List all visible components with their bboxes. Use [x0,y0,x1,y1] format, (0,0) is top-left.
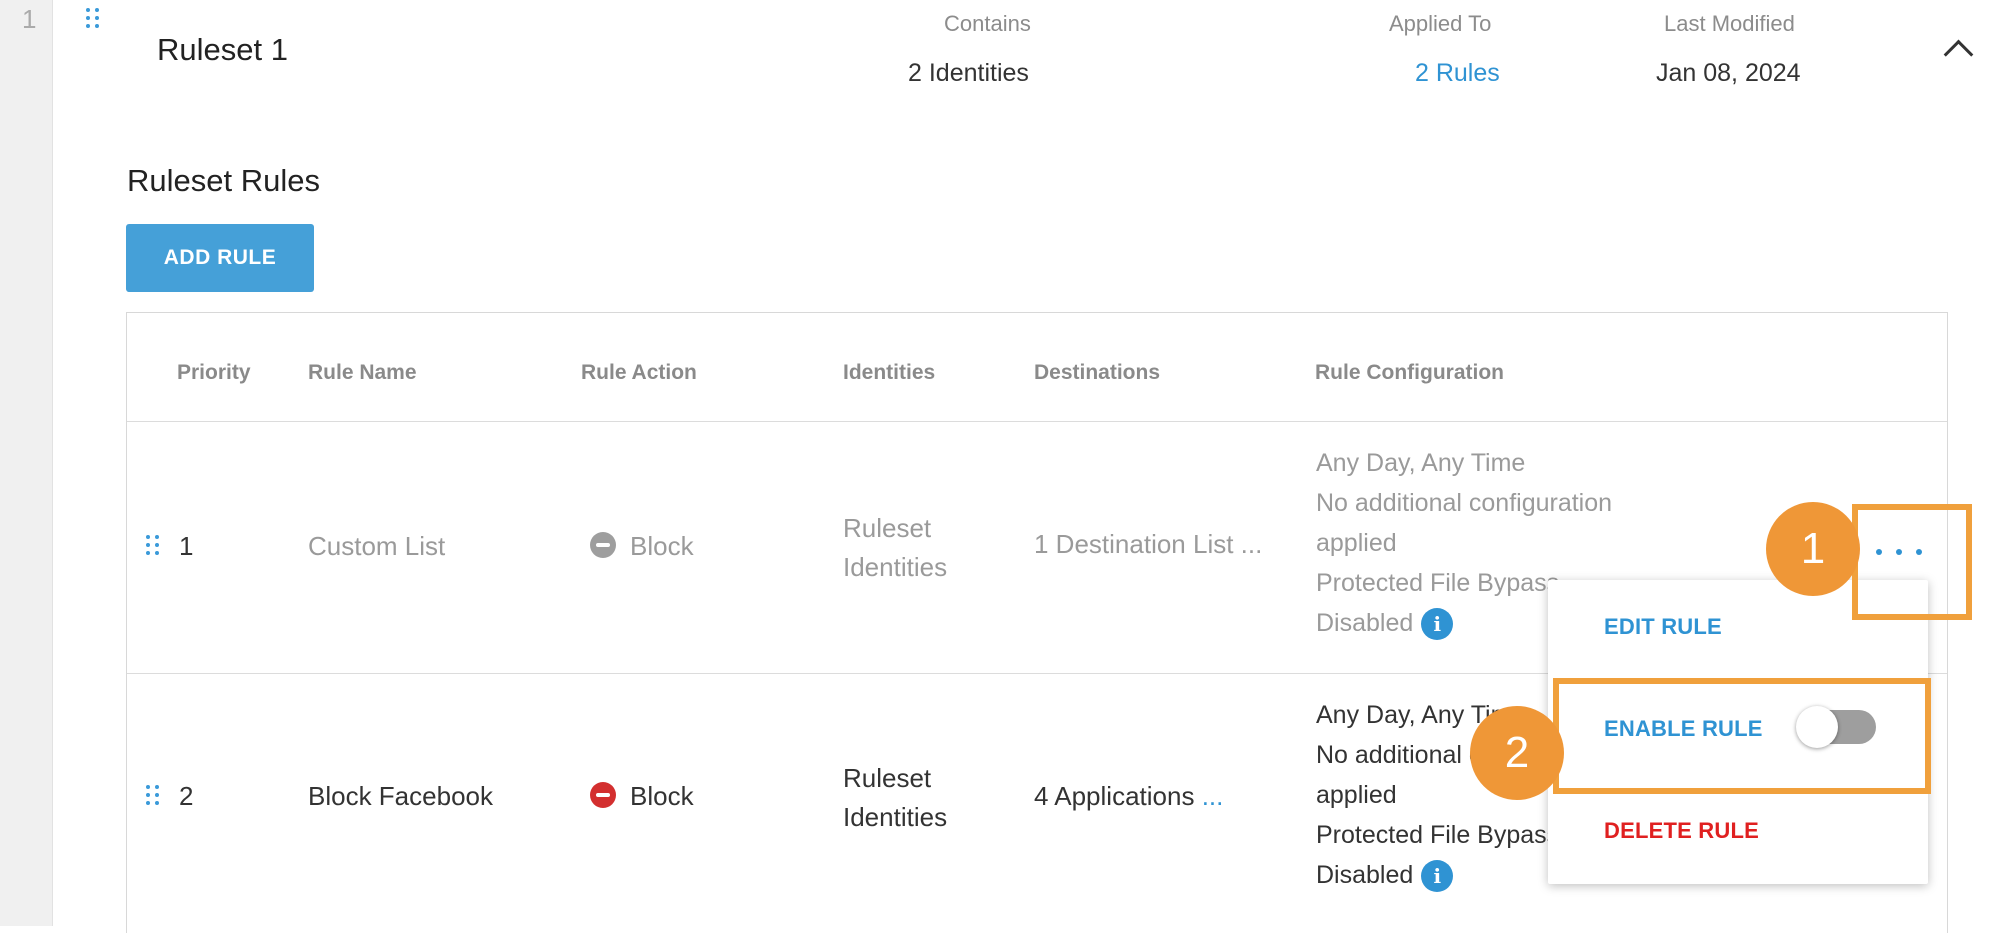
ruleset-title: Ruleset 1 [157,32,288,67]
row-2-rule-name: Block Facebook [308,781,493,811]
row-index: 1 [22,4,37,34]
row-1-identities: Ruleset Identities [843,513,948,582]
enable-rule-item[interactable]: ENABLE RULE [1604,716,1763,742]
contains-value: 2 Identities [908,59,1029,87]
row-index-gutter: 1 [0,0,53,926]
row-1-rule-action: Block [590,531,694,562]
applied-to-label: Applied To [1389,11,1492,36]
applied-to-link[interactable]: 2 Rules [1415,59,1500,88]
header-rule-configuration: Rule Configuration [1315,361,1504,384]
enable-rule-toggle[interactable] [1796,706,1876,748]
more-destinations-link[interactable]: ... [1202,781,1224,811]
block-icon [590,782,616,809]
block-icon [590,532,616,559]
header-divider [127,421,1947,422]
header-destinations: Destinations [1034,361,1161,384]
row-2-priority: 2 [179,781,194,811]
drag-handle-icon[interactable] [86,8,99,28]
row-2-identities: Ruleset Identities [843,763,948,832]
add-rule-button[interactable]: ADD RULE [126,224,314,292]
chevron-up-icon[interactable] [1943,39,1974,70]
row-1-destinations[interactable]: 1 Destination List ... [1034,529,1262,560]
row-2-rule-action: Block [590,781,694,812]
header-priority: Priority [177,361,251,384]
more-options-icon [1876,549,1882,555]
drag-handle-icon[interactable] [146,535,159,555]
delete-rule-item[interactable]: DELETE RULE [1604,818,1759,844]
info-icon[interactable]: i [1421,860,1454,893]
header-identities: Identities [843,361,936,384]
last-modified-value: Jan 08, 2024 [1656,59,1801,87]
row-1-priority: 1 [179,531,194,561]
rule-context-menu: EDIT RULE ENABLE RULE DELETE RULE [1548,580,1928,884]
row-1-rule-name: Custom List [308,531,446,561]
last-modified-label: Last Modified [1664,11,1795,36]
drag-handle-icon[interactable] [146,785,159,805]
contains-label: Contains [944,11,1031,36]
header-rule-name: Rule Name [308,361,417,384]
more-options-button[interactable] [1874,537,1924,567]
header-rule-action: Rule Action [581,361,697,384]
callout-number-1: 1 [1766,502,1860,596]
row-2-destinations[interactable]: 4 Applications ... [1034,781,1223,812]
section-title: Ruleset Rules [127,163,320,198]
edit-rule-item[interactable]: EDIT RULE [1604,614,1722,640]
callout-number-2: 2 [1470,706,1564,800]
info-icon[interactable]: i [1421,608,1454,641]
